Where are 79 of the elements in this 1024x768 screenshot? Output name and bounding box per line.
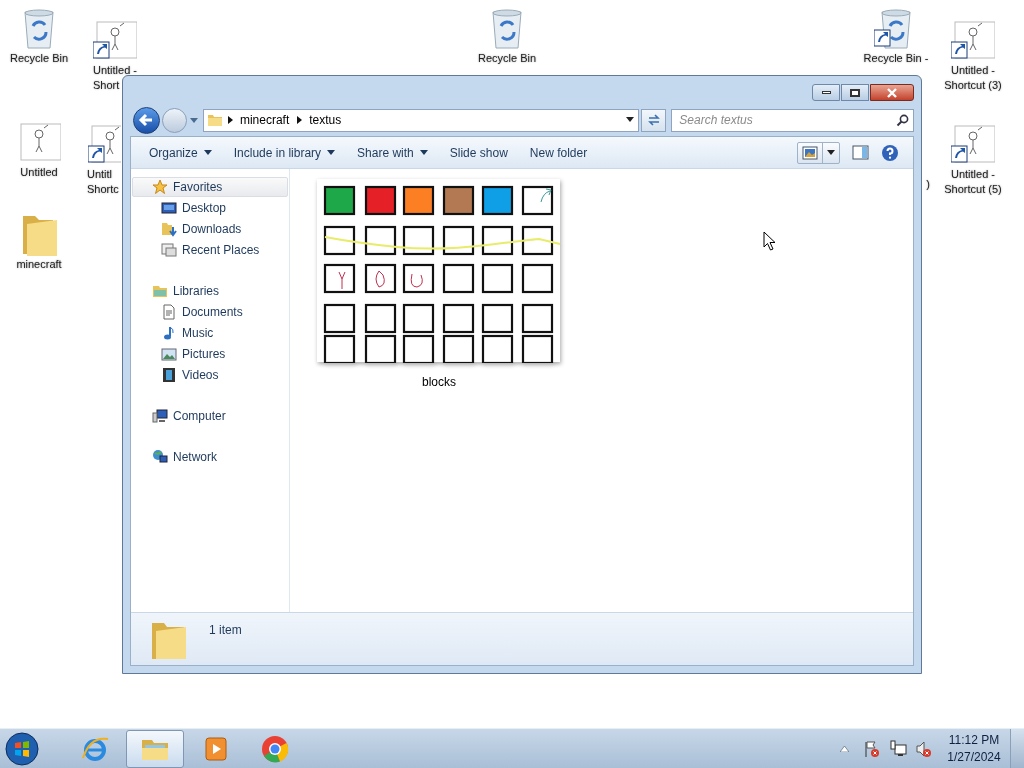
desktop-icon — [161, 199, 177, 216]
desktop-icon-label[interactable]: Short — [93, 78, 120, 93]
mouse-cursor-icon — [763, 231, 776, 251]
downloads-icon — [161, 220, 177, 237]
clock[interactable]: 11:12 PM 1/27/2024 — [943, 731, 1005, 766]
back-button[interactable] — [133, 106, 160, 134]
volume-muted-icon[interactable] — [915, 739, 933, 758]
search-icon — [896, 113, 909, 127]
caret-icon — [827, 149, 835, 156]
nav-item[interactable]: Downloads — [131, 218, 289, 239]
item-count: 1 item — [209, 622, 242, 639]
recent-icon — [161, 241, 177, 258]
back-arrow-icon — [138, 113, 155, 127]
dropdown-icon[interactable] — [626, 117, 635, 123]
toolbar-button[interactable]: Share with — [348, 140, 437, 165]
file-name[interactable]: blocks — [422, 373, 456, 391]
nav-item[interactable]: Pictures — [131, 343, 289, 364]
desktop-icon-label[interactable]: Shortcut (3) — [944, 78, 1002, 93]
toolbar-button[interactable]: Organize — [140, 140, 221, 165]
search-field[interactable]: Search textus — [671, 108, 914, 132]
help-icon[interactable] — [881, 143, 899, 162]
desktop-icon-label[interactable]: Untitled - — [951, 167, 995, 182]
refresh-icon — [646, 114, 661, 126]
maximize-button[interactable] — [841, 84, 869, 101]
computer-icon — [152, 408, 168, 424]
minimize-icon — [821, 91, 831, 94]
maximize-icon — [850, 88, 860, 97]
nav-item[interactable]: Videos — [131, 364, 289, 385]
desktop-icon-label[interactable]: Untitled - — [93, 63, 137, 78]
history-dropdown-icon[interactable] — [188, 116, 199, 124]
desktop-icon-label[interactable]: Untitl — [87, 167, 113, 182]
breadcrumb-item[interactable]: textus — [306, 111, 345, 129]
network-icon[interactable] — [889, 739, 907, 758]
preview-pane-icon[interactable] — [852, 145, 869, 160]
documents-icon — [161, 303, 177, 320]
windows-logo-icon — [5, 731, 39, 766]
taskbar-button[interactable] — [126, 729, 184, 768]
folder-icon — [206, 113, 223, 127]
show-hidden-icons-icon[interactable] — [840, 745, 849, 752]
nav-item[interactable]: Desktop — [131, 197, 289, 218]
picture-view-icon — [802, 145, 818, 160]
search-input[interactable]: Search textus — [679, 111, 880, 129]
address-bar[interactable]: minecraft textus — [202, 108, 640, 132]
nav-item[interactable]: Recent Places — [131, 239, 289, 260]
pictures-icon — [161, 345, 177, 362]
music-icon — [161, 324, 177, 341]
show-desktop-button[interactable] — [1010, 728, 1024, 768]
desktop-icon-label[interactable]: Shortcut (5) — [944, 182, 1002, 197]
network-icon — [152, 449, 168, 465]
desktop-icon-label[interactable]: minecraft — [16, 257, 62, 272]
desktop-icon-label[interactable]: Untitled — [20, 165, 58, 180]
desktop-icon-label[interactable]: Recycle Bin — [477, 51, 537, 66]
toolbar-button[interactable]: New folder — [520, 140, 597, 165]
desktop-icon-label[interactable]: ) — [926, 177, 930, 192]
clock-time: 11:12 PM — [948, 731, 1000, 749]
toolbar-button[interactable]: Slide show — [440, 140, 517, 165]
clock-date: 1/27/2024 — [947, 748, 1001, 766]
breadcrumb-item[interactable]: minecraft — [236, 111, 293, 129]
nav-item[interactable]: Computer — [132, 406, 288, 426]
desktop-icon-label[interactable]: Recycle Bin - — [863, 51, 929, 66]
toolbar-button[interactable]: Include in library — [224, 140, 345, 165]
close-button[interactable] — [870, 84, 914, 101]
videos-icon — [161, 366, 177, 383]
nav-item[interactable]: Documents — [131, 301, 289, 322]
chrome-icon — [260, 733, 290, 764]
refresh-button[interactable] — [641, 108, 667, 132]
desktop-icon-label[interactable]: Recycle Bin — [9, 51, 69, 66]
nav-item[interactable]: Music — [131, 322, 289, 343]
close-icon — [886, 87, 898, 98]
star-icon — [152, 179, 168, 195]
desktop-icon-label[interactable]: Untitled - — [951, 63, 995, 78]
minimize-button[interactable] — [812, 84, 840, 101]
view-button[interactable] — [797, 141, 840, 164]
desktop-icon-label[interactable]: Shortc — [87, 182, 119, 197]
libraries-icon — [152, 283, 168, 299]
nav-item[interactable]: Network — [132, 447, 288, 467]
flag-error-icon[interactable] — [863, 739, 881, 758]
nav-item[interactable]: Favorites — [132, 177, 288, 197]
nav-item[interactable]: Libraries — [132, 281, 288, 301]
